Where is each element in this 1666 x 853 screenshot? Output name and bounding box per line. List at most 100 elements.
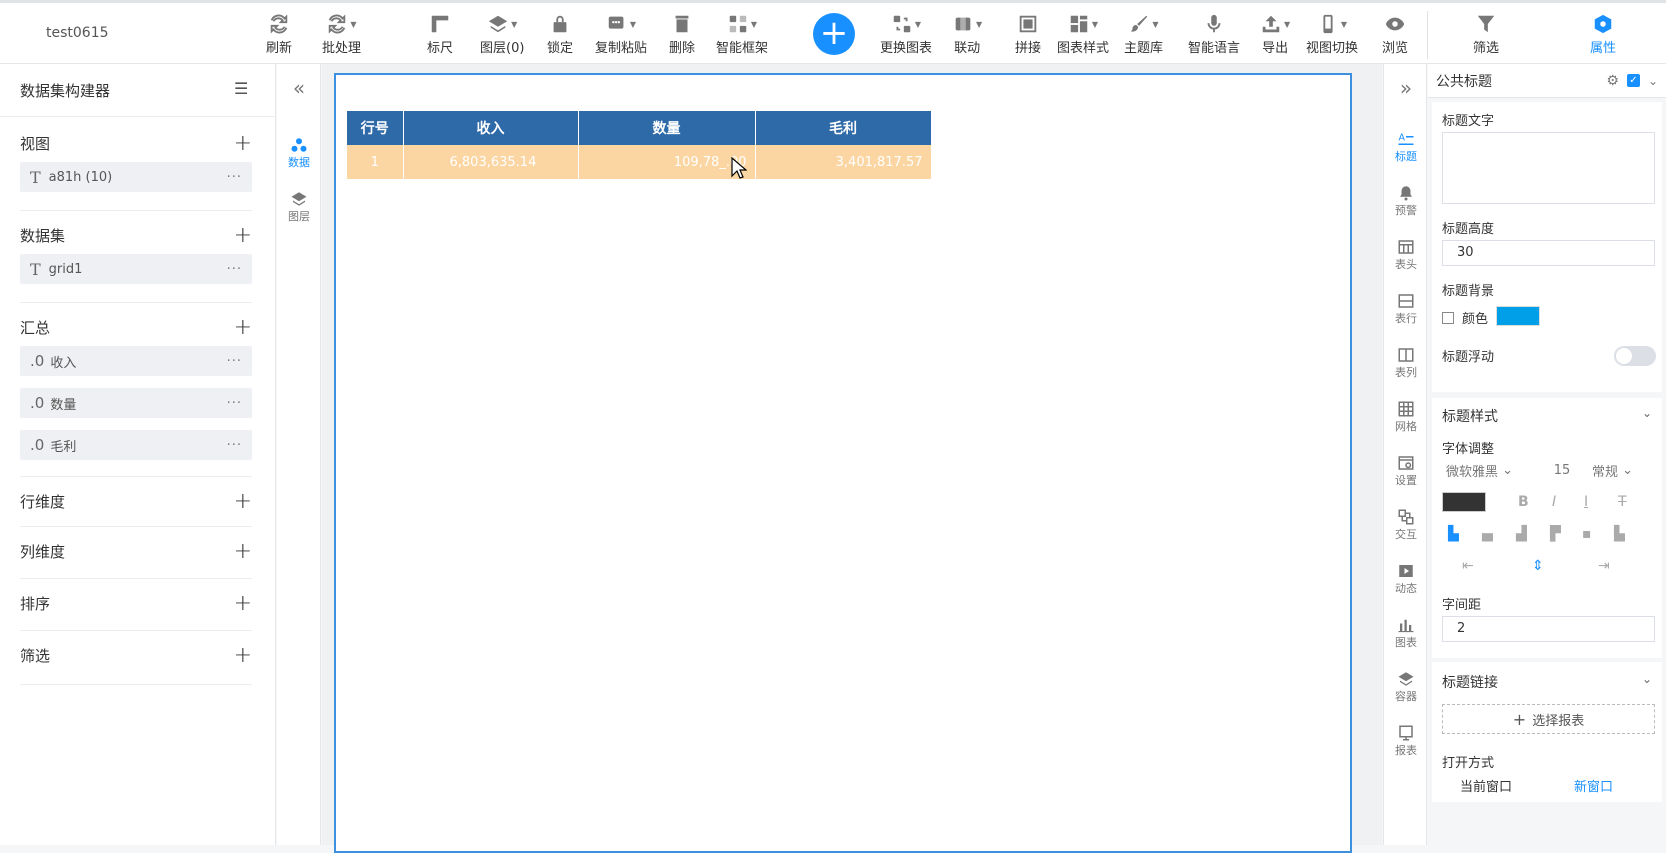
ruler-icon bbox=[429, 11, 451, 37]
align-center-icon[interactable]: ▄ bbox=[1482, 526, 1493, 542]
collapse-panel-icon[interactable]: ☰ bbox=[234, 79, 248, 98]
view-item[interactable]: T a81h (10) ··· bbox=[20, 162, 252, 192]
chart-style-button[interactable]: ▼ 图表样式 bbox=[1057, 11, 1109, 56]
refresh-button[interactable]: 刷新 bbox=[266, 11, 292, 56]
trash-icon bbox=[671, 11, 693, 37]
rail-report[interactable]: 报表 bbox=[1384, 724, 1428, 758]
chevron-down-icon[interactable]: ⌄ bbox=[1648, 74, 1658, 88]
strikethrough-icon[interactable]: T bbox=[1618, 494, 1627, 510]
smart-frame-button[interactable]: ▼ 智能框架 bbox=[716, 11, 768, 56]
add-dataset-icon[interactable]: + bbox=[234, 223, 252, 248]
align-middle-icon[interactable]: ▪ bbox=[1582, 526, 1592, 542]
new-window-option[interactable]: 新窗口 bbox=[1574, 776, 1613, 795]
rail-alert[interactable]: 预警 bbox=[1384, 184, 1428, 218]
font-family-select[interactable]: 微软雅黑 ⌄ bbox=[1446, 458, 1513, 482]
smart-voice-button[interactable]: 智能语言 bbox=[1188, 11, 1240, 56]
align-left-icon[interactable]: ▙ bbox=[1448, 526, 1459, 542]
add-component-button[interactable]: + bbox=[813, 13, 855, 55]
gear-icon[interactable]: ⚙ bbox=[1606, 73, 1619, 89]
table-row[interactable]: 1 6,803,635.14 109,78_.00 3,401,817.57 bbox=[347, 145, 932, 179]
current-window-option[interactable]: 当前窗口 bbox=[1460, 776, 1512, 795]
justify-icon[interactable]: ⇕ bbox=[1532, 558, 1544, 574]
rail-column[interactable]: 表列 bbox=[1384, 346, 1428, 380]
report-canvas[interactable]: 行号 收入 数量 毛利 1 6,803,635.14 109,78_.00 3,… bbox=[334, 73, 1352, 853]
indent-left-icon[interactable]: ⇤ bbox=[1462, 558, 1474, 574]
rail-layer[interactable]: 图层 bbox=[277, 190, 321, 224]
column-header[interactable]: 行号 bbox=[347, 111, 404, 145]
chevron-down-icon[interactable]: ⌄ bbox=[1642, 406, 1652, 420]
collapse-right-icon[interactable]: » bbox=[1384, 76, 1428, 100]
italic-icon[interactable]: I bbox=[1552, 494, 1556, 510]
title-text-input[interactable] bbox=[1442, 132, 1655, 204]
font-weight-select[interactable]: 常规 ⌄ bbox=[1592, 458, 1633, 482]
letter-spacing-input[interactable]: 2 bbox=[1442, 616, 1655, 642]
summary-item[interactable]: .0 毛利 ··· bbox=[20, 430, 252, 460]
properties-button[interactable]: 属性 bbox=[1590, 11, 1616, 56]
column-header[interactable]: 收入 bbox=[403, 111, 579, 145]
rail-animation[interactable]: 动态 bbox=[1384, 562, 1428, 596]
align-top-icon[interactable]: ▛ bbox=[1550, 526, 1561, 542]
change-chart-button[interactable]: ▼ 更换图表 bbox=[880, 11, 932, 56]
select-report-button[interactable]: + 选择报表 bbox=[1442, 704, 1655, 734]
data-table[interactable]: 行号 收入 数量 毛利 1 6,803,635.14 109,78_.00 3,… bbox=[347, 111, 932, 179]
rail-title[interactable]: A 标题 bbox=[1384, 130, 1428, 164]
bold-icon[interactable]: B bbox=[1518, 494, 1529, 510]
more-icon[interactable]: ··· bbox=[227, 438, 242, 453]
lock-button[interactable]: 锁定 bbox=[547, 11, 573, 56]
rail-chart[interactable]: 图表 bbox=[1384, 616, 1428, 650]
rail-grid[interactable]: 网格 bbox=[1384, 400, 1428, 434]
underline-icon[interactable]: I bbox=[1584, 494, 1588, 510]
linkage-button[interactable]: ▼ 联动 bbox=[952, 11, 982, 56]
rail-header[interactable]: 表头 bbox=[1384, 238, 1428, 272]
title-float-toggle[interactable] bbox=[1614, 346, 1656, 366]
rail-data[interactable]: 数据 bbox=[277, 136, 321, 170]
column-header[interactable]: 毛利 bbox=[755, 111, 932, 145]
bg-color-checkbox[interactable] bbox=[1442, 312, 1454, 324]
browse-button[interactable]: 浏览 bbox=[1382, 11, 1408, 56]
font-size-input[interactable]: 15 bbox=[1542, 458, 1582, 482]
rail-row[interactable]: 表行 bbox=[1384, 292, 1428, 326]
theme-lib-button[interactable]: ▼ 主题库 bbox=[1124, 11, 1163, 56]
summary-item[interactable]: .0 收入 ··· bbox=[20, 346, 252, 376]
column-header[interactable]: 数量 bbox=[578, 111, 756, 145]
summary-item[interactable]: .0 数量 ··· bbox=[20, 388, 252, 418]
add-filter-icon[interactable]: + bbox=[234, 643, 252, 668]
rail-interact[interactable]: 交互 bbox=[1384, 508, 1428, 542]
table-cell[interactable]: 3,401,817.57 bbox=[755, 145, 932, 179]
bg-color-swatch[interactable] bbox=[1496, 306, 1540, 326]
enable-checkbox[interactable]: ✓ bbox=[1626, 74, 1640, 87]
splice-button[interactable]: 拼接 bbox=[1015, 11, 1041, 56]
font-color-swatch[interactable] bbox=[1442, 492, 1486, 512]
dataset-item[interactable]: T grid1 ··· bbox=[20, 254, 252, 284]
copy-paste-button[interactable]: ▼ 复制粘贴 bbox=[595, 11, 647, 56]
add-row-dimension-icon[interactable]: + bbox=[234, 489, 252, 514]
ruler-button[interactable]: 标尺 bbox=[427, 11, 453, 56]
title-icon: A bbox=[1398, 133, 1414, 145]
add-column-dimension-icon[interactable]: + bbox=[234, 539, 252, 564]
more-icon[interactable]: ··· bbox=[227, 262, 242, 277]
add-view-icon[interactable]: + bbox=[234, 131, 252, 156]
collapse-left-icon[interactable]: « bbox=[277, 76, 321, 100]
more-icon[interactable]: ··· bbox=[227, 170, 242, 185]
align-right-icon[interactable]: ▟ bbox=[1516, 526, 1527, 542]
add-summary-icon[interactable]: + bbox=[234, 315, 252, 340]
chevron-down-icon[interactable]: ⌄ bbox=[1642, 672, 1652, 686]
title-height-input[interactable]: 30 bbox=[1442, 240, 1655, 266]
align-bottom-icon[interactable]: ▙ bbox=[1614, 526, 1625, 542]
more-icon[interactable]: ··· bbox=[227, 396, 242, 411]
table-cell[interactable]: 6,803,635.14 bbox=[403, 145, 579, 179]
export-button[interactable]: ▼ 导出 bbox=[1260, 11, 1290, 56]
more-icon[interactable]: ··· bbox=[227, 354, 242, 369]
add-sort-icon[interactable]: + bbox=[234, 591, 252, 616]
rail-container[interactable]: 容器 bbox=[1384, 670, 1428, 704]
table-cell[interactable]: 1 bbox=[347, 145, 404, 179]
batch-button[interactable]: ▼ 批处理 bbox=[322, 11, 361, 56]
rail-settings[interactable]: 设置 bbox=[1384, 454, 1428, 488]
indent-right-icon[interactable]: ⇥ bbox=[1598, 558, 1610, 574]
table-cell[interactable]: 109,78_.00 bbox=[578, 145, 756, 179]
filter-button[interactable]: 筛选 bbox=[1473, 11, 1499, 56]
layers-button[interactable]: ▼ 图层(0) bbox=[480, 11, 524, 56]
view-switch-button[interactable]: ▼ 视图切换 bbox=[1306, 11, 1358, 56]
row-dimension-section: 行维度 + bbox=[20, 488, 252, 514]
delete-button[interactable]: 删除 bbox=[669, 11, 695, 56]
